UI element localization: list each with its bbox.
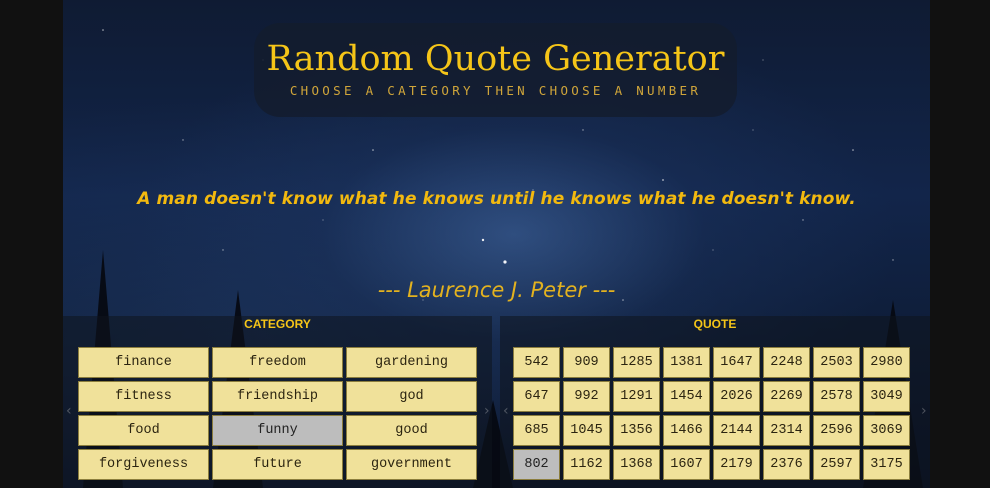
- category-button[interactable]: food: [78, 415, 209, 446]
- quote-number-button[interactable]: 2503: [813, 347, 860, 378]
- quote-number-button[interactable]: 542: [513, 347, 560, 378]
- category-button[interactable]: fitness: [78, 381, 209, 412]
- category-button[interactable]: gardening: [346, 347, 477, 378]
- quote-number-button[interactable]: 1381: [663, 347, 710, 378]
- category-prev-arrow-icon[interactable]: ‹: [66, 403, 72, 419]
- quote-number-button[interactable]: 1285: [613, 347, 660, 378]
- quote-number-button[interactable]: 685: [513, 415, 560, 446]
- category-button[interactable]: funny: [212, 415, 343, 446]
- quote-number-button[interactable]: 1162: [563, 449, 610, 480]
- category-button[interactable]: freedom: [212, 347, 343, 378]
- quote-text: A man doesn't know what he knows until h…: [137, 189, 856, 209]
- quote-number-button[interactable]: 2248: [763, 347, 810, 378]
- quote-number-button[interactable]: 1607: [663, 449, 710, 480]
- quote-number-button[interactable]: 3049: [863, 381, 910, 412]
- quote-number-button[interactable]: 1466: [663, 415, 710, 446]
- quote-number-button[interactable]: 3175: [863, 449, 910, 480]
- category-button[interactable]: forgiveness: [78, 449, 209, 480]
- quote-number-button[interactable]: 3069: [863, 415, 910, 446]
- quote-number-button[interactable]: 647: [513, 381, 560, 412]
- quote-number-button[interactable]: 2597: [813, 449, 860, 480]
- quote-app-background: Random Quote Generator CHOOSE A CATEGORY…: [63, 0, 930, 488]
- quote-number-button[interactable]: 2596: [813, 415, 860, 446]
- category-heading: CATEGORY: [244, 317, 311, 331]
- category-button[interactable]: future: [212, 449, 343, 480]
- quote-number-button[interactable]: 2980: [863, 347, 910, 378]
- quote-number-grid: 542 909 1285 1381 1647 2248 2503 2980 647 992 1291…: [513, 347, 910, 480]
- quote-number-button[interactable]: 1291: [613, 381, 660, 412]
- quote-number-button[interactable]: 909: [563, 347, 610, 378]
- quote-number-button[interactable]: 2269: [763, 381, 810, 412]
- quote-number-button[interactable]: 2376: [763, 449, 810, 480]
- quote-number-button[interactable]: 1454: [663, 381, 710, 412]
- quote-next-arrow-icon[interactable]: ›: [921, 403, 927, 419]
- category-button[interactable]: finance: [78, 347, 209, 378]
- quote-author: --- Laurence J. Peter ---: [377, 278, 616, 302]
- header-card: Random Quote Generator CHOOSE A CATEGORY…: [254, 23, 737, 117]
- quote-number-button[interactable]: 802: [513, 449, 560, 480]
- quote-number-button[interactable]: 1356: [613, 415, 660, 446]
- quote-number-button[interactable]: 1045: [563, 415, 610, 446]
- quote-number-button[interactable]: 2578: [813, 381, 860, 412]
- category-button[interactable]: good: [346, 415, 477, 446]
- quote-number-button[interactable]: 1368: [613, 449, 660, 480]
- quote-prev-arrow-icon[interactable]: ‹: [503, 403, 509, 419]
- quote-number-button[interactable]: 1647: [713, 347, 760, 378]
- category-grid: finance freedom gardening fitness friendship…: [78, 347, 477, 480]
- category-button[interactable]: god: [346, 381, 477, 412]
- quote-number-button[interactable]: 2179: [713, 449, 760, 480]
- quote-number-button[interactable]: 2314: [763, 415, 810, 446]
- category-button[interactable]: friendship: [212, 381, 343, 412]
- page-subtitle: CHOOSE A CATEGORY THEN CHOOSE A NUMBER: [289, 83, 702, 98]
- category-next-arrow-icon[interactable]: ›: [484, 403, 490, 419]
- quote-number-button[interactable]: 2144: [713, 415, 760, 446]
- page-title: Random Quote Generator: [266, 39, 725, 79]
- quote-number-button[interactable]: 2026: [713, 381, 760, 412]
- category-button[interactable]: government: [346, 449, 477, 480]
- quote-heading: QUOTE: [693, 317, 737, 331]
- quote-number-button[interactable]: 992: [563, 381, 610, 412]
